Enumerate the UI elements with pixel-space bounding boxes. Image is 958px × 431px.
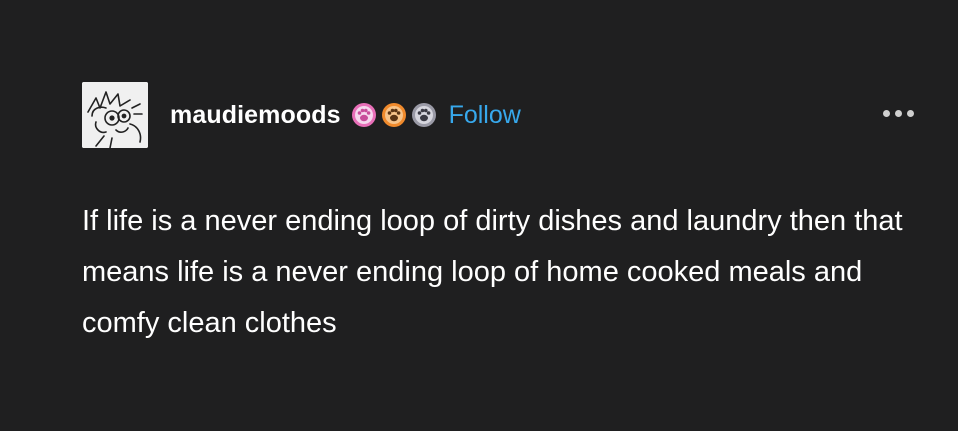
ellipsis-dot xyxy=(907,110,914,117)
post-card: maudiemoods Follow If life is a never en… xyxy=(0,0,958,431)
avatar-drawing-icon xyxy=(82,82,148,148)
orange-paw-badge-icon[interactable] xyxy=(381,102,407,128)
gray-paw-badge-icon[interactable] xyxy=(411,102,437,128)
post-header: maudiemoods Follow xyxy=(82,82,521,148)
badge-group xyxy=(347,102,437,128)
follow-button[interactable]: Follow xyxy=(449,101,521,130)
avatar[interactable] xyxy=(82,82,148,148)
username-link[interactable]: maudiemoods xyxy=(170,101,341,130)
more-options-ellipsis-icon[interactable] xyxy=(881,106,916,121)
ellipsis-dot xyxy=(883,110,890,117)
post-body-text: If life is a never ending loop of dirty … xyxy=(82,205,903,339)
ellipsis-dot xyxy=(895,110,902,117)
pink-paw-badge-icon[interactable] xyxy=(351,102,377,128)
